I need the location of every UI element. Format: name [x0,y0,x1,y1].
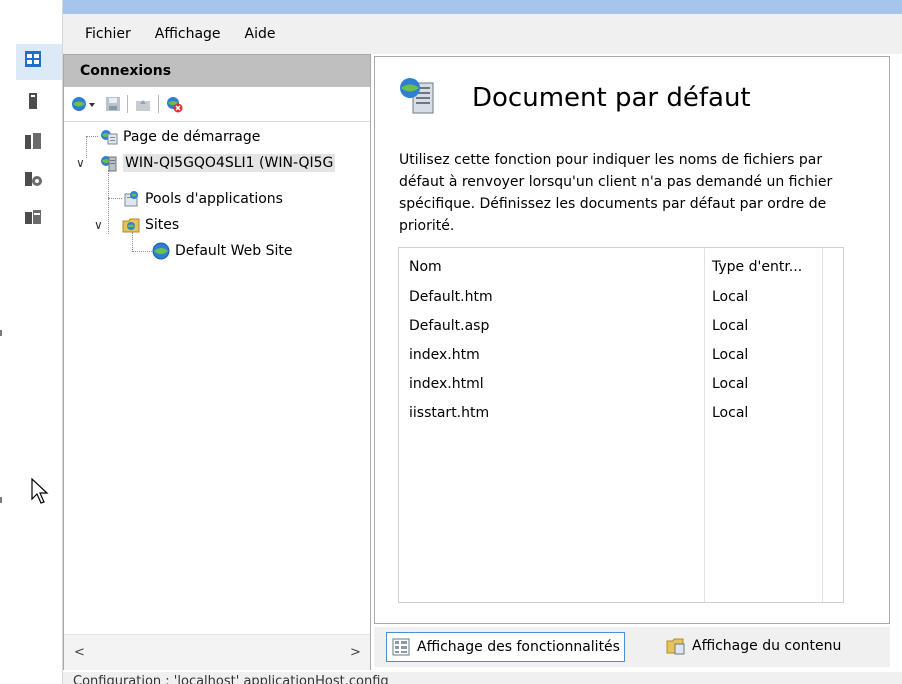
connections-toolbar [64,87,370,122]
tree-item-label: Sites [145,217,180,233]
content-view-button[interactable]: Affichage du contenu [666,632,841,660]
content-view-label: Affichage du contenu [692,638,842,654]
cell-name: index.html [409,376,484,392]
local-server-icon[interactable] [24,92,42,110]
up-folder-icon[interactable] [134,95,152,113]
toolbar-separator [127,95,128,113]
file-storage-icon[interactable] [24,170,42,188]
connections-panel: Connexions Page de démarrage ∨ WIN-QI5GQ… [63,54,371,670]
menu-view[interactable]: Affichage [143,26,233,42]
website-globe-icon [152,242,170,260]
tree-item-default-web-site[interactable]: Default Web Site [152,240,292,262]
tree-connector [86,136,98,137]
scroll-left-icon[interactable]: < [74,645,85,660]
cell-type: Local [712,376,749,392]
default-document-feature-icon [400,78,434,114]
default-documents-list[interactable]: Nom Type d'entr... Default.htm Local Def… [398,247,844,603]
iis-role-icon[interactable] [24,208,42,226]
edge-mark [0,497,2,503]
save-icon[interactable] [104,95,122,113]
tree-connector [108,170,109,234]
toolbar-separator [158,95,159,113]
tree-item-label: WIN-QI5GQO4SLI1 (WIN-QI5G [123,154,336,172]
scroll-right-icon[interactable]: > [350,645,361,660]
disconnect-icon[interactable] [165,95,183,113]
page-title: Document par défaut [472,83,751,113]
sites-folder-icon [122,218,140,233]
tree-item-label: Default Web Site [175,243,293,259]
tree-connector [86,136,87,158]
status-text: Configuration : 'localhost' applicationH… [73,674,389,684]
table-row[interactable]: Default.htm Local [399,284,843,313]
connections-horizontal-scrollbar[interactable]: < > [64,634,370,670]
content-view-icon [666,638,685,655]
connections-header: Connexions [64,55,370,87]
menu-file[interactable]: Fichier [63,26,143,42]
tree-item-sites[interactable]: Sites [122,214,179,236]
server-icon [101,156,117,172]
connections-title: Connexions [80,63,172,79]
table-row[interactable]: index.html Local [399,371,843,400]
tree-item-server[interactable]: WIN-QI5GQO4SLI1 (WIN-QI5G [100,152,336,174]
menu-bar: Fichier Affichage Aide [63,14,902,54]
features-view-icon [392,638,410,656]
cell-type: Local [712,405,749,421]
tree-connector [108,198,122,199]
all-servers-icon[interactable] [24,132,42,150]
mouse-cursor-icon [31,477,49,504]
status-bar: Configuration : 'localhost' applicationH… [63,672,902,684]
features-view-button[interactable]: Affichage des fonctionnalités [386,632,625,662]
cell-type: Local [712,289,749,305]
cell-type: Local [712,318,749,334]
start-page-icon [101,130,118,145]
connect-globe-icon[interactable] [70,95,88,113]
window-top-bar [63,0,902,14]
tree-item-label: Pools d'applications [145,191,283,207]
server-manager-dashboard-icon[interactable] [24,50,42,68]
tree-item-start-page[interactable]: Page de démarrage [100,126,260,148]
edge-mark [0,330,2,336]
table-row[interactable]: Default.asp Local [399,313,843,342]
app-pools-icon [124,191,138,207]
table-row[interactable]: index.htm Local [399,342,843,371]
left-tool-strip [0,0,63,684]
view-switch-bar: Affichage des fonctionnalités Affichage … [374,627,890,667]
tree-expand-sites-chevron-icon[interactable]: ∨ [94,218,103,232]
cell-type: Local [712,347,749,363]
cell-name: Default.asp [409,318,490,334]
tree-item-app-pools[interactable]: Pools d'applications [122,188,283,210]
column-header-name[interactable]: Nom [409,259,442,275]
cell-name: iisstart.htm [409,405,490,421]
table-row[interactable]: iisstart.htm Local [399,400,843,429]
page-description: Utilisez cette fonction pour indiquer le… [399,152,833,234]
cell-name: index.htm [409,347,480,363]
cell-name: Default.htm [409,289,493,305]
features-view-label: Affichage des fonctionnalités [417,639,620,655]
tree-connector [132,251,152,252]
tree-item-label: Page de démarrage [123,129,261,145]
feature-main-panel: Document par défaut Utilisez cette fonct… [374,56,890,624]
tree-expand-server-chevron-icon[interactable]: ∨ [76,156,85,170]
connections-tree: Page de démarrage ∨ WIN-QI5GQO4SLI1 (WIN… [64,122,370,622]
connect-dropdown-icon[interactable] [88,95,96,113]
list-header: Nom Type d'entr... [399,248,843,286]
column-header-entry-type[interactable]: Type d'entr... [712,259,802,275]
menu-help[interactable]: Aide [233,26,288,42]
